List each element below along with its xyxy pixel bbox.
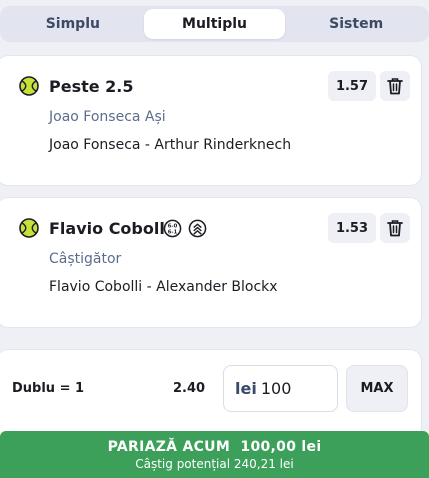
odds-value: 1.53	[328, 213, 376, 243]
currency-label: lei	[235, 379, 257, 398]
stake-value: 100	[260, 379, 292, 398]
potential-win: Câștig potențial 240,21 lei	[135, 456, 294, 471]
trash-icon	[387, 220, 403, 237]
selection-title: Flavio Cobolli	[49, 219, 171, 238]
place-bet-button[interactable]: PARIAZĂ ACUM 100,00 lei Câștig potențial…	[0, 431, 429, 478]
tennis-ball-icon	[19, 218, 39, 238]
svg-text:6-1: 6-1	[168, 229, 178, 235]
event-name: Joao Fonseca - Arthur Rinderknech	[49, 137, 292, 153]
boost-icon	[188, 219, 207, 238]
selection-title: Peste 2.5	[49, 77, 134, 96]
remove-selection-button[interactable]	[380, 71, 410, 101]
live-score-icon: 6-0 6-1	[163, 219, 182, 238]
tab-multiplu[interactable]: Multiplu	[143, 9, 286, 39]
tab-simplu[interactable]: Simplu	[2, 9, 144, 39]
market-name: Joao Fonseca Ași	[49, 109, 166, 125]
trash-icon	[387, 78, 403, 95]
max-stake-button[interactable]: MAX	[346, 365, 408, 412]
odds-value: 1.57	[328, 71, 376, 101]
tab-sistem[interactable]: Sistem	[285, 9, 427, 39]
total-odds: 2.40	[173, 381, 206, 396]
stake-input[interactable]: lei 100	[223, 365, 338, 412]
tennis-ball-icon	[19, 76, 39, 96]
bet-type-label: Dublu = 1	[12, 381, 85, 396]
event-name: Flavio Cobolli - Alexander Blockx	[49, 279, 278, 295]
remove-selection-button[interactable]	[380, 213, 410, 243]
bet-type-tabs: Simplu Multiplu Sistem	[0, 6, 429, 42]
place-bet-label: PARIAZĂ ACUM 100,00 lei	[107, 438, 322, 455]
market-name: Câștigător	[49, 251, 122, 267]
